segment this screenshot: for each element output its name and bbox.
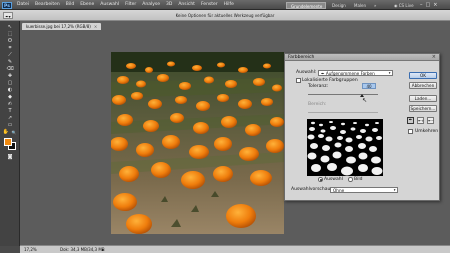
cs-live-label: CS Live (398, 2, 414, 8)
document-tab[interactable]: kuerbisse.jpg bei 17,2% (RGB/8) × (22, 22, 102, 30)
mouse-cursor-icon: ↖ (362, 97, 368, 104)
toleranz-label: Toleranz: (308, 84, 329, 89)
bild-radio-label: Bild (354, 176, 363, 182)
menu-filter[interactable]: Filter (124, 1, 137, 9)
foreground-color-swatch[interactable] (4, 138, 12, 146)
auswahlvorschau-select-value: Ohne (333, 188, 345, 193)
dodge-tool-icon[interactable]: ◐ (6, 87, 14, 94)
window-controls: – □ × (420, 2, 437, 9)
lokalisierte-farbgruppen-label: Lokalisierte Farbgruppen (302, 77, 358, 83)
menu-bar: Datei Bearbeiten Bild Ebene Auswahl Filt… (16, 1, 235, 9)
path-select-tool-icon[interactable]: ↗ (6, 115, 14, 122)
quick-mask-icon[interactable]: ◙ (6, 154, 14, 161)
menu-analyse[interactable]: Analyse (141, 1, 161, 9)
status-bar: 17,2% Dok: 34,3 MB/34,3 MB ▸ (20, 245, 450, 253)
toolbox: ↖ ⬚ ʘ ⌗ ⟋ ✎ ⌫ ✚ ▢ ◐ ◆ ✍ T ↗ ▭ ✋ 🔍 ◙ (0, 21, 20, 246)
eyedropper-icon[interactable]: ✒ (407, 117, 414, 124)
document-size-info: Dok: 34,3 MB/34,3 MB (60, 247, 105, 252)
options-message: Keine Optionen für aktuelles Werkzeug ve… (175, 13, 275, 18)
selection-mask-preview (307, 119, 383, 176)
maximize-button[interactable]: □ (426, 2, 431, 9)
eyedropper-subtract-icon[interactable]: ✒− (427, 117, 434, 124)
minimize-button[interactable]: – (420, 2, 423, 9)
umkehren-label: Umkehren (415, 128, 439, 134)
pumpkin-field-photo (111, 52, 284, 234)
bereich-slider-track (308, 112, 378, 113)
auswahl-label: Auswahl: (296, 70, 317, 75)
speichern-button[interactable]: Speichern... (409, 105, 437, 112)
close-tab-icon[interactable]: × (94, 24, 97, 29)
selection-preview-image (307, 119, 383, 176)
application-bar: Ps Datei Bearbeiten Bild Ebene Auswahl F… (0, 0, 450, 10)
menu-ansicht[interactable]: Ansicht (177, 1, 196, 9)
auswahl-radio[interactable] (318, 177, 323, 182)
chevron-down-icon: ▾ (388, 71, 391, 75)
stamp-tool-icon[interactable]: ✚ (6, 73, 14, 80)
eraser-tool-icon[interactable]: ⌫ (6, 66, 14, 73)
move-tool-icon[interactable]: ↖ (6, 24, 14, 31)
auswahlvorschau-select[interactable]: Ohne ▾ (330, 187, 398, 193)
zoom-tool-icon[interactable]: 🔍 (10, 129, 18, 136)
marquee-tool-icon[interactable]: ⬚ (6, 31, 14, 38)
workspace-grundelemente-button[interactable]: Grundelemente (286, 1, 326, 9)
auswahlvorschau-label: Auswahlvorschau: (291, 187, 332, 192)
brush-tool-icon[interactable]: ✎ (6, 59, 14, 66)
document-image-pumpkin-field[interactable] (111, 52, 284, 234)
laden-button[interactable]: Laden... (409, 95, 437, 102)
document-tab-label: kuerbisse.jpg bei 17,2% (RGB/8) (26, 23, 91, 29)
eyedropper-add-icon[interactable]: ✒+ (417, 117, 424, 124)
bild-radio[interactable] (348, 177, 353, 182)
menu-ebene[interactable]: Ebene (79, 1, 95, 9)
zoom-level[interactable]: 17,2% (24, 246, 37, 253)
auswahl-radio-label: Auswahl (324, 176, 343, 182)
workspace-design-button[interactable]: Design (328, 2, 350, 9)
umkehren-checkbox[interactable] (408, 129, 413, 134)
workspace-malen-button[interactable]: Malen (350, 2, 370, 9)
dialog-close-icon[interactable]: × (432, 54, 436, 61)
menu-bearbeiten[interactable]: Bearbeiten (34, 1, 61, 9)
ok-button[interactable]: OK (409, 72, 437, 79)
menu-fenster[interactable]: Fenster (200, 1, 219, 9)
bereich-label: Bereich: (308, 102, 327, 107)
workspace-more-button[interactable]: » (370, 2, 380, 9)
menu-3d[interactable]: 3D (165, 1, 173, 9)
menu-bild[interactable]: Bild (65, 1, 75, 9)
auswahl-select[interactable]: ✒ Aufgenommene Farben ▾ (318, 70, 393, 76)
auswahl-select-value: Aufgenommene Farben (325, 71, 375, 76)
hand-tool-icon[interactable]: ✋ (2, 129, 10, 136)
crop-tool-icon[interactable]: ⌗ (6, 45, 14, 52)
pen-tool-icon[interactable]: ◆ (6, 94, 14, 101)
slice-tool-icon[interactable]: ⟋ (6, 52, 14, 59)
menu-auswahl[interactable]: Auswahl (99, 1, 120, 9)
menu-hilfe[interactable]: Hilfe (223, 1, 235, 9)
chevron-down-icon: ▾ (393, 188, 396, 192)
cs-live-button[interactable]: ◉ CS Live (394, 2, 414, 9)
gradient-tool-icon[interactable]: ▢ (6, 80, 14, 87)
abbrechen-button[interactable]: Abbrechen (409, 82, 437, 89)
close-window-button[interactable]: × (433, 2, 437, 9)
options-bar: ✒▾ Keine Optionen für aktuelles Werkzeug… (0, 10, 450, 21)
lokalisierte-farbgruppen-checkbox[interactable] (296, 78, 301, 83)
menu-datei[interactable]: Datei (16, 1, 30, 9)
photoshop-logo: Ps (2, 1, 12, 9)
toleranz-slider-track[interactable] (308, 94, 378, 95)
type-tool-icon[interactable]: T (6, 108, 14, 115)
lasso-tool-icon[interactable]: ʘ (6, 38, 14, 45)
dialog-title: Farbbereich (285, 54, 439, 61)
status-menu-arrow-icon[interactable]: ▸ (102, 246, 104, 253)
history-brush-icon[interactable]: ✍ (6, 101, 14, 108)
shape-tool-icon[interactable]: ▭ (6, 122, 14, 129)
toleranz-input[interactable]: 40 (362, 83, 376, 89)
document-tab-bar: kuerbisse.jpg bei 17,2% (RGB/8) × (20, 21, 450, 30)
